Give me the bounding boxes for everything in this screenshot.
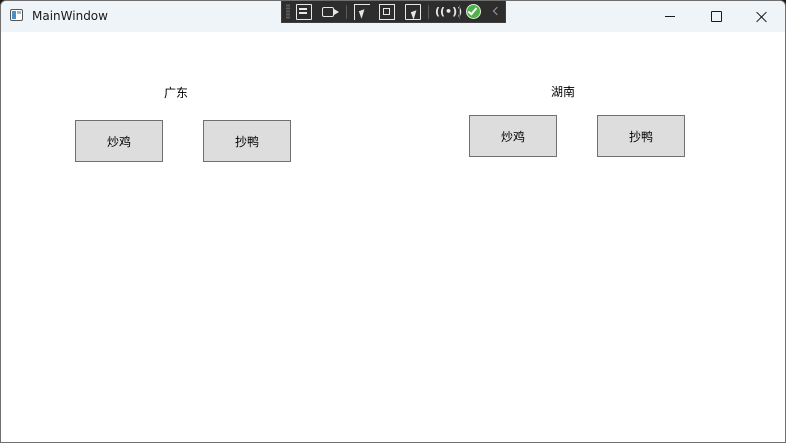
minimize-icon [665,16,675,17]
collapse-toolbar-icon[interactable] [492,6,499,17]
hot-reload-status-icon[interactable] [466,4,481,19]
group-title-guangdong: 广东 [164,86,189,100]
maximize-button[interactable] [693,1,739,32]
binding-failures-icon[interactable]: ((•)) [435,4,462,20]
record-icon[interactable] [322,7,339,17]
live-visual-tree-icon[interactable] [296,4,312,20]
group-title-hunan: 湖南 [551,85,576,99]
hunan-fried-chicken-button[interactable]: 炒鸡 [469,115,557,157]
window-title: MainWindow [32,9,108,23]
app-icon [10,9,23,21]
maximize-icon [710,11,722,22]
xaml-debug-toolbar: ((•)) [281,1,506,23]
minimize-button[interactable] [647,1,693,32]
guangdong-fried-chicken-button[interactable]: 炒鸡 [75,120,163,162]
display-layout-adorners-icon[interactable] [379,4,395,20]
toolbar-grip-icon[interactable] [286,4,290,19]
track-focused-element-icon[interactable] [405,4,421,20]
hunan-fried-duck-button[interactable]: 抄鸭 [597,115,685,157]
close-icon [756,11,768,23]
main-window: MainWindow ((•)) 广东 炒鸡 抄鸭 湖南 炒鸡 抄鸭 [0,0,786,443]
close-button[interactable] [739,1,785,32]
guangdong-fried-duck-button[interactable]: 抄鸭 [203,120,291,162]
toolbar-separator [346,5,347,19]
select-element-icon[interactable] [354,4,370,20]
toolbar-separator [459,5,460,19]
toolbar-separator [428,5,429,19]
